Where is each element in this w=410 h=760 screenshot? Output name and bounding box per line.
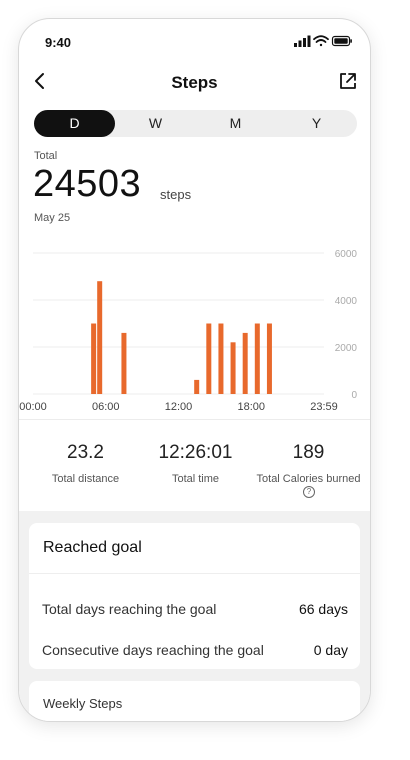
metric-distance: 23.2 Total distance [27,442,144,486]
metric-distance-label: Total distance [51,473,120,485]
chart-bar[interactable] [254,323,260,395]
chart-x-tick: 18:00 [237,401,265,413]
status-icons [294,35,352,47]
metric-time: 12:26:01 Total time [137,442,254,486]
goal-row-value: 0 day [313,642,348,658]
details-section: Reached goal Total days reaching the goa… [19,511,370,721]
goal-row-value: 66 days [298,601,348,617]
goal-card-title: Reached goal [43,539,142,556]
wifi-icon [313,35,329,47]
status-bar: 9:40 [19,19,370,63]
metric-distance-value: 23.2 [67,442,104,463]
chart-bar[interactable] [121,332,127,394]
steps-bar-chart: 6000 4000 2000 0 00:00 06:00 12:00 18:00 23:59 [19,249,358,413]
total-steps-value: 24503 [33,163,142,205]
metric-calories: 189 Total Calories burned ? [250,442,367,499]
chart-bar[interactable] [242,332,248,394]
metric-time-value: 12:26:01 [158,442,233,463]
goal-row-label: Consecutive days reaching the goal [42,642,264,658]
date-label: May 25 [34,212,71,224]
total-label: Total [34,150,58,162]
metric-time-label: Total time [171,473,220,485]
chart-bar[interactable] [206,323,212,395]
metrics-row: 23.2 Total distance 12:26:01 Total time … [19,419,370,512]
chart-x-tick: 00:00 [19,401,47,413]
tab-week[interactable]: W [115,110,196,137]
metric-calories-label-wrap: Total Calories burned ? [250,473,367,499]
phone-frame: 9:40 Steps D W M Y Total 24503 steps May… [18,18,371,722]
chart-bar[interactable] [194,379,200,394]
goal-card: Reached goal Total days reaching the goa… [29,523,360,669]
goal-card-divider [29,573,360,574]
share-external-icon[interactable] [338,71,358,91]
chart-y-tick: 0 [351,390,357,401]
tab-year[interactable]: Y [276,110,357,137]
chart-bar[interactable] [230,342,236,394]
question-circle-icon[interactable]: ? [303,486,315,499]
chart-y-tick: 2000 [335,343,358,354]
goal-row-label: Total days reaching the goal [42,601,217,617]
chart-bar[interactable] [266,323,272,395]
metric-calories-label: Total Calories burned [256,473,361,485]
total-steps-unit: steps [160,187,192,202]
chart-y-tick: 4000 [335,296,358,307]
chart-bar[interactable] [91,323,97,395]
chart-x-tick: 06:00 [92,401,120,413]
chart-y-tick: 6000 [335,249,358,260]
signal-icon [294,35,311,47]
tab-month[interactable]: M [195,110,276,137]
tab-day[interactable]: D [34,110,115,137]
weekly-steps-card[interactable]: Weekly Steps [29,681,360,721]
chart-bar[interactable] [97,281,103,394]
chart-x-tick: 12:00 [165,401,193,413]
status-time: 9:40 [45,35,72,50]
page-title: Steps [171,73,218,92]
period-selector: D W M Y [34,110,357,137]
chart-bar[interactable] [218,323,224,395]
chart-x-tick: 23:59 [310,401,338,413]
metric-calories-value: 189 [292,442,325,463]
nav-header: Steps [19,69,370,97]
weekly-steps-title: Weekly Steps [43,696,123,711]
battery-icon [331,35,352,47]
